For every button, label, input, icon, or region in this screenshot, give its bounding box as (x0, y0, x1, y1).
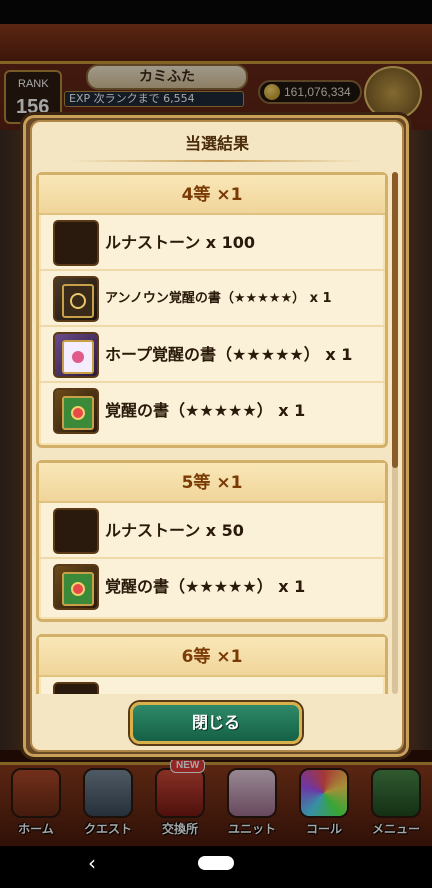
list-item: ルナストーン x 100 (39, 215, 385, 271)
item-label: 覚醒の書（★★★★★） x 1 (105, 577, 306, 596)
prize-heading: 5等 ×1 (39, 463, 385, 503)
prize-list[interactable]: 4等 ×1 ルナストーン x 100 アンノウン覚醒の書（★★★★★） x 1 … (36, 172, 390, 694)
luna-stone-icon (53, 682, 99, 694)
item-label: アンノウン覚醒の書（★★★★★） x 1 (105, 291, 332, 306)
item-label: ルナストーン x 100 (105, 233, 256, 252)
prize-group-6: 6等 ×1 (36, 634, 388, 694)
item-label: ホープ覚醒の書（★★★★★） x 1 (105, 345, 353, 364)
hope-awakening-book-icon (53, 332, 99, 378)
scrollbar-thumb[interactable] (392, 172, 398, 468)
item-label: 覚醒の書（★★★★★） x 1 (105, 401, 306, 420)
list-item: 覚醒の書（★★★★★） x 1 (39, 383, 385, 439)
list-item: ルナストーン x 50 (39, 503, 385, 559)
prize-heading: 4等 ×1 (39, 175, 385, 215)
close-button[interactable]: 閉じる (130, 702, 302, 744)
prize-heading: 6等 ×1 (39, 637, 385, 677)
list-item: アンノウン覚醒の書（★★★★★） x 1 (39, 271, 385, 327)
back-icon[interactable]: ‹ (88, 851, 96, 875)
awakening-book-icon (53, 388, 99, 434)
luna-stone-icon (53, 220, 99, 266)
home-pill-icon[interactable] (198, 856, 234, 870)
item-label: ルナストーン x 50 (105, 521, 244, 540)
title-divider (70, 160, 364, 162)
luna-stone-icon (53, 508, 99, 554)
dialog-title: 当選結果 (184, 134, 249, 153)
awakening-book-icon (53, 564, 99, 610)
list-item: 覚醒の書（★★★★★） x 1 (39, 559, 385, 615)
prize-group-5: 5等 ×1 ルナストーン x 50 覚醒の書（★★★★★） x 1 (36, 460, 388, 622)
prize-group-4: 4等 ×1 ルナストーン x 100 アンノウン覚醒の書（★★★★★） x 1 … (36, 172, 388, 448)
list-item: ホープ覚醒の書（★★★★★） x 1 (39, 327, 385, 383)
list-item (39, 677, 385, 694)
status-bar (0, 0, 432, 24)
unknown-awakening-book-icon (53, 276, 99, 322)
